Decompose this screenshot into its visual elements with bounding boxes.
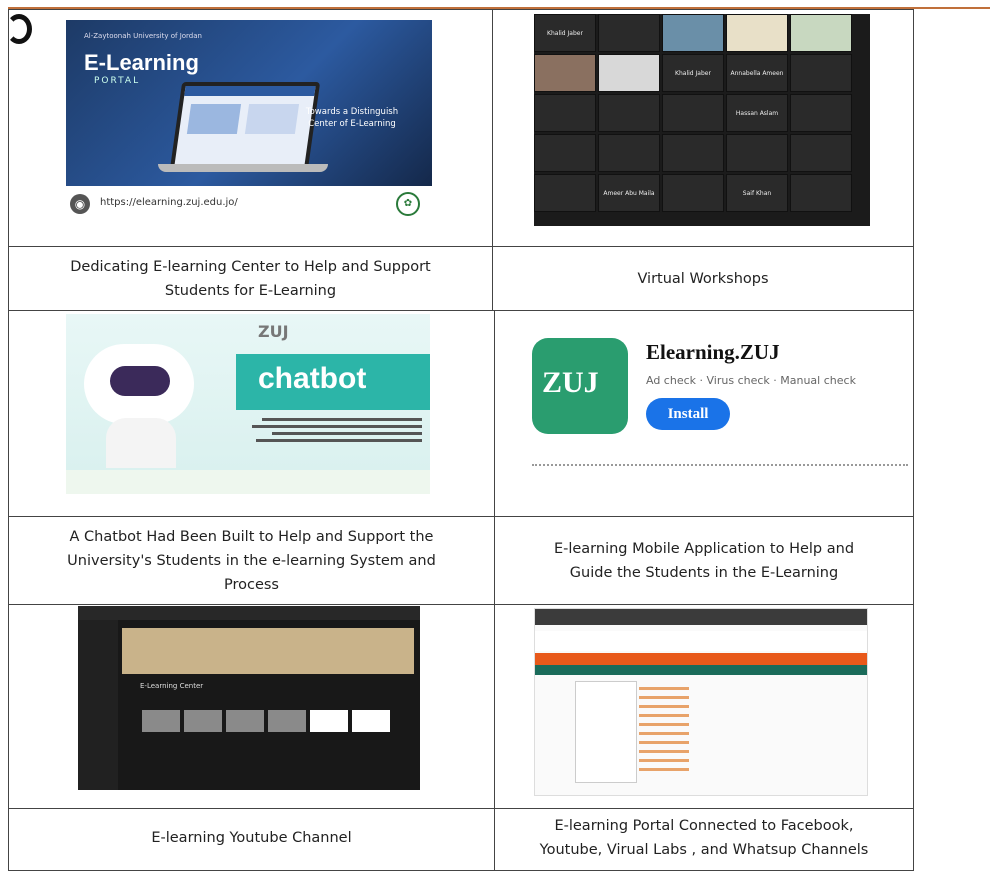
youtube-sidebar (78, 620, 118, 790)
portal-title: E-Learning (84, 50, 199, 75)
participant-tile: Khalid Jaber (534, 14, 596, 52)
participant-tile (726, 14, 788, 52)
portal-url: https://elearning.zuj.edu.jo/ (100, 197, 238, 208)
app-checks: Ad check · Virus check · Manual check (646, 374, 856, 387)
portal-links (639, 681, 689, 781)
portal-screenshot: Al-Zaytoonah University of Jordan E-Lear… (66, 20, 432, 186)
browser-bar (535, 609, 867, 625)
portal-footer: ◉ https://elearning.zuj.edu.jo/ ✿ (66, 190, 432, 220)
portal-towards: Towards a Distinguish Center of E-Learni… (305, 107, 399, 129)
portal-header (535, 631, 867, 651)
caption-portal-social: E-learning Portal Connected to Facebook,… (539, 818, 869, 858)
caption-elearning-center: Dedicating E-learning Center to Help and… (70, 258, 431, 299)
globe-icon: ◉ (70, 194, 90, 214)
participant-tile (598, 54, 660, 92)
participant-tile: Ameer Abu Maila (598, 174, 660, 212)
grid-divider (8, 310, 914, 311)
robot-body (106, 418, 176, 468)
portal-tagline: Al-Zaytoonah University of Jordan (84, 32, 202, 40)
participant-tile (534, 134, 596, 172)
install-button[interactable]: Install (646, 398, 730, 430)
participant-tile: Hassan Aslam (726, 94, 788, 132)
laptop-base (158, 164, 328, 172)
channel-name: E-Learning Center (140, 682, 204, 690)
portal-nav (535, 665, 867, 675)
caption-chatbot: A Chatbot Had Been Built to Help and Sup… (67, 528, 436, 593)
caption-youtube: E-learning Youtube Channel (151, 830, 352, 846)
chatbot-banner: ZUJ chatbot (66, 314, 430, 494)
caption-mobile-app: E-learning Mobile Application to Help an… (553, 540, 855, 581)
participant-tile (534, 94, 596, 132)
participant-tile (790, 54, 852, 92)
participant-tile (790, 134, 852, 172)
grid-divider (8, 604, 914, 605)
robot-visor (110, 366, 170, 396)
virtual-workshop-screenshot: Khalid Jaber Khalid Jaber Annabella Amee… (534, 14, 870, 226)
participant-tile (662, 134, 724, 172)
participant-tile: Khalid Jaber (662, 54, 724, 92)
video-thumbnail (268, 710, 306, 732)
participant-tile: Saif Khan (726, 174, 788, 212)
participant-tile (790, 14, 852, 52)
participant-tile (598, 14, 660, 52)
portal-subtitle: PORTAL (94, 76, 141, 86)
chatbot-brand: ZUJ (258, 322, 289, 341)
participant-tile (662, 14, 724, 52)
participant-tile (726, 134, 788, 172)
portal-social-screenshot (534, 608, 868, 796)
youtube-channel-screenshot: E-Learning Center (78, 606, 420, 790)
participant-tile (662, 174, 724, 212)
participant-tile (534, 54, 596, 92)
university-logo (262, 192, 412, 216)
arabic-text-block (242, 414, 422, 458)
app-name: Elearning.ZUJ (646, 340, 780, 364)
browser-bar (78, 606, 420, 620)
university-seal: ✿ (396, 192, 420, 216)
video-thumbnail (352, 710, 390, 732)
participant-tile (790, 94, 852, 132)
participant-tile (598, 134, 660, 172)
video-thumbnail (310, 710, 348, 732)
portal-menu (575, 681, 637, 783)
participant-tile (662, 94, 724, 132)
caption-virtual-workshops: Virtual Workshops (637, 270, 769, 287)
mobile-app-listing: ZUJ Elearning.ZUJ Ad check · Virus check… (528, 330, 908, 470)
participant-tile (790, 174, 852, 212)
channel-banner (122, 628, 414, 674)
participant-tile (598, 94, 660, 132)
chatbot-word: chatbot (258, 362, 367, 395)
video-thumbnail (184, 710, 222, 732)
listing-divider (532, 464, 908, 469)
app-icon: ZUJ (532, 338, 628, 434)
video-thumbnail (226, 710, 264, 732)
portal-banner (535, 653, 867, 665)
participant-tile (534, 174, 596, 212)
video-thumbnail (142, 710, 180, 732)
participant-tile: Annabella Ameen (726, 54, 788, 92)
chatbot-footer (66, 470, 430, 494)
